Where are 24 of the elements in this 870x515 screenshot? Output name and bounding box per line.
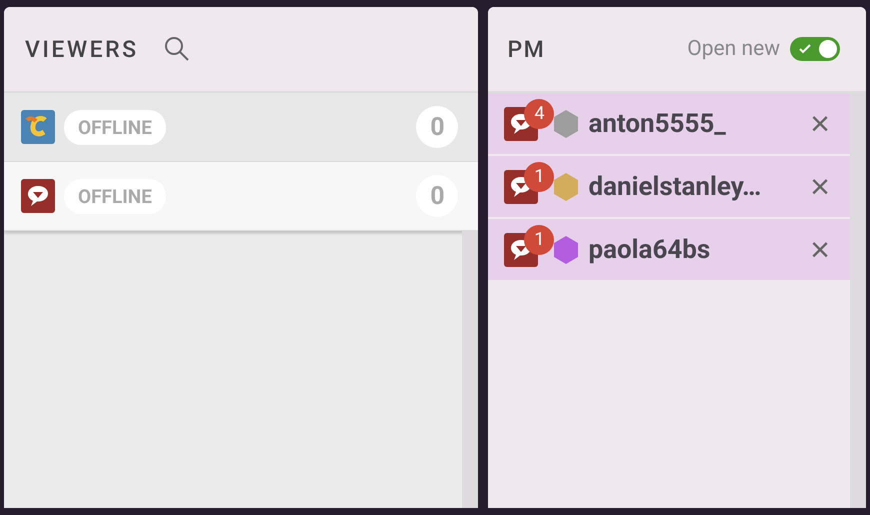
status-badge: OFFLINE	[64, 110, 166, 144]
unread-badge: 4	[524, 98, 554, 128]
count-badge: 0	[416, 175, 458, 217]
viewer-row[interactable]: OFFLINE 0	[4, 162, 478, 231]
search-icon[interactable]	[162, 35, 190, 63]
check-icon	[798, 42, 812, 56]
unread-badge: 1	[524, 162, 554, 192]
toggle-label: Open new	[687, 37, 780, 61]
toggle-switch[interactable]	[790, 37, 840, 61]
close-button[interactable]: ×	[810, 232, 830, 266]
scrollbar[interactable]	[850, 93, 866, 508]
username[interactable]: paola64bs	[588, 234, 710, 264]
panel-title: PM	[507, 36, 546, 62]
username[interactable]: anton5555_	[588, 108, 726, 138]
count-badge: 0	[416, 106, 458, 148]
close-button[interactable]: ×	[810, 106, 830, 140]
scrollbar[interactable]	[462, 231, 478, 508]
panel-title: VIEWERS	[25, 36, 138, 62]
status-badge: OFFLINE	[64, 178, 166, 214]
app-logo-icon	[21, 110, 55, 144]
unread-badge: 1	[524, 224, 554, 254]
username[interactable]: danielstanley…	[588, 172, 762, 202]
close-button[interactable]: ×	[810, 170, 830, 204]
chat-icon	[21, 179, 55, 213]
